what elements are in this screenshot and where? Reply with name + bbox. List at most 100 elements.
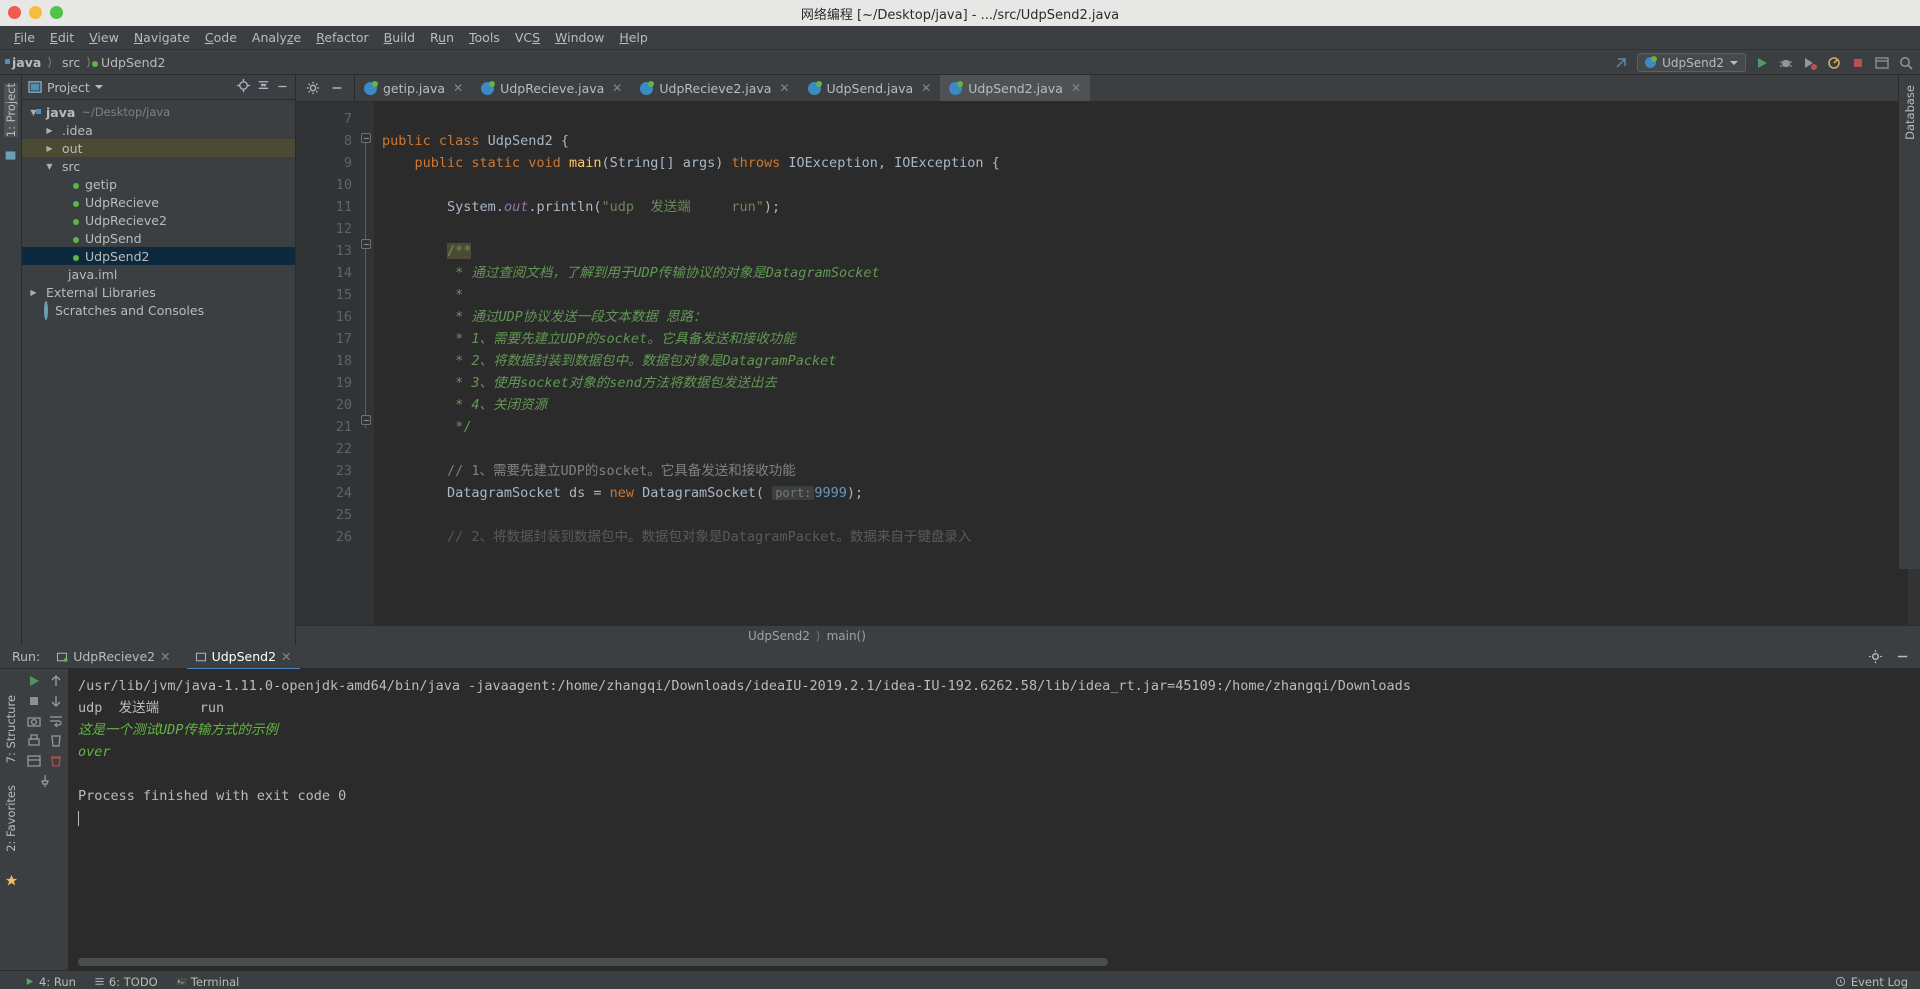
tree-node-external-libraries[interactable]: ▶ External Libraries (22, 283, 295, 301)
tree-node-java-iml[interactable]: java.iml (22, 265, 295, 283)
code-folding-gutter[interactable] (358, 102, 374, 625)
tree-node-java[interactable]: ▼ java ~/Desktop/java (22, 103, 295, 121)
menu-tools[interactable]: Tools (462, 28, 507, 47)
breadcrumb-item-0[interactable]: java (12, 55, 41, 70)
tree-node-udprecieve[interactable]: UdpRecieve (22, 193, 295, 211)
editor-tab-udprecieve[interactable]: UdpRecieve.java ✕ (472, 75, 631, 101)
maximize-window-button[interactable] (50, 6, 63, 19)
toolwindow-terminal[interactable]: Terminal (176, 975, 239, 989)
run-tab-udprecieve2[interactable]: UdpRecieve2 ✕ (48, 647, 178, 666)
menu-code[interactable]: Code (198, 28, 244, 47)
editor-tab-udpsend2[interactable]: UdpSend2.java ✕ (940, 75, 1090, 101)
run-configuration-selector[interactable]: UdpSend2 (1637, 53, 1746, 72)
star-icon[interactable] (5, 872, 18, 891)
close-icon[interactable]: ✕ (921, 81, 931, 95)
fold-marker-javadoc-end[interactable] (361, 415, 371, 425)
editor-tab-udpsend[interactable]: UdpSend.java ✕ (799, 75, 941, 101)
close-icon[interactable]: ✕ (779, 81, 789, 95)
minimize-window-button[interactable] (29, 6, 42, 19)
search-everywhere-icon[interactable] (1613, 55, 1629, 71)
rerun-button[interactable] (26, 673, 42, 689)
menu-view[interactable]: View (82, 28, 126, 47)
run-button[interactable] (1754, 55, 1770, 71)
trash-icon[interactable] (48, 753, 64, 769)
hide-panel-icon[interactable] (276, 78, 289, 97)
stop-button[interactable] (1850, 55, 1866, 71)
expand-arrow-icon[interactable]: ▶ (28, 288, 39, 297)
search-icon[interactable] (1898, 55, 1914, 71)
close-icon[interactable]: ✕ (160, 649, 170, 664)
hide-panel-icon[interactable] (1895, 649, 1910, 664)
rail-item-structure[interactable]: 7: Structure (4, 695, 18, 763)
tree-node-udprecieve2[interactable]: UdpRecieve2 (22, 211, 295, 229)
collapse-all-icon[interactable] (256, 78, 271, 97)
breadcrumb-item-2[interactable]: UdpSend2 (101, 55, 165, 70)
menu-analyze[interactable]: Analyze (245, 28, 308, 47)
chevron-down-icon[interactable] (94, 85, 103, 89)
tree-node-udpsend[interactable]: UdpSend (22, 229, 295, 247)
locate-file-icon[interactable] (236, 78, 251, 97)
clear-all-icon[interactable] (48, 733, 64, 749)
tree-node-scratches[interactable]: Scratches and Consoles (22, 300, 295, 320)
pin-icon[interactable] (37, 773, 53, 789)
console-horizontal-scrollbar[interactable] (78, 958, 1108, 966)
gear-icon[interactable] (306, 81, 320, 95)
expand-arrow-icon[interactable]: ▼ (44, 162, 55, 171)
structure-rail-icon[interactable] (4, 147, 17, 166)
expand-arrow-icon[interactable]: ▶ (44, 144, 55, 153)
menu-vcs[interactable]: VCS (508, 28, 547, 47)
stop-button[interactable] (26, 693, 42, 709)
toolwindow-todo[interactable]: 6: TODO (94, 975, 158, 989)
fold-marker-method[interactable] (361, 133, 371, 143)
code-editor[interactable]: 7 8 9 10 11 12 13 14 15 16 17 18 19 20 2… (296, 102, 1920, 625)
tree-node-src[interactable]: ▼ src (22, 157, 295, 175)
editor-tab-getip[interactable]: getip.java ✕ (355, 75, 472, 101)
breadcrumb-item-1[interactable]: src (62, 55, 80, 70)
rail-item-favorites[interactable]: 2: Favorites (4, 785, 18, 852)
soft-wrap-icon[interactable] (48, 713, 64, 729)
tree-node-getip[interactable]: getip (22, 175, 295, 193)
run-with-coverage-button[interactable] (1802, 55, 1818, 71)
tree-node-udpsend2[interactable]: UdpSend2 (22, 247, 295, 265)
line-number: 14 (335, 265, 352, 281)
camera-icon[interactable] (26, 713, 42, 729)
breadcrumb-class[interactable]: UdpSend2 (748, 629, 810, 643)
rail-item-database[interactable]: Database (1903, 85, 1917, 140)
close-icon[interactable]: ✕ (453, 81, 463, 95)
export-icon[interactable] (26, 753, 42, 769)
expand-arrow-icon[interactable]: ▶ (44, 126, 55, 135)
tree-node-idea[interactable]: ▶ .idea (22, 121, 295, 139)
breadcrumb-method[interactable]: main() (827, 629, 866, 643)
hide-panel-icon[interactable] (330, 81, 344, 95)
debug-button[interactable] (1778, 55, 1794, 71)
menu-navigate[interactable]: Navigate (127, 28, 197, 47)
window-controls[interactable] (8, 6, 63, 19)
close-icon[interactable]: ✕ (1071, 81, 1081, 95)
event-log-button[interactable]: Event Log (1835, 975, 1908, 989)
rail-item-project[interactable]: 1: Project (3, 83, 18, 138)
code-text[interactable]: public class UdpSend2 { public static vo… (374, 102, 1908, 625)
scroll-up-button[interactable] (48, 673, 64, 689)
menu-refactor[interactable]: Refactor (309, 28, 375, 47)
close-window-button[interactable] (8, 6, 21, 19)
profiler-button[interactable] (1826, 55, 1842, 71)
scroll-down-button[interactable] (48, 693, 64, 709)
updates-icon[interactable] (1874, 55, 1890, 71)
gear-icon[interactable] (1868, 649, 1883, 664)
tab-label: getip.java (383, 80, 446, 96)
menu-edit[interactable]: Edit (43, 28, 81, 47)
print-icon[interactable] (26, 733, 42, 749)
menu-window[interactable]: Window (548, 28, 611, 47)
close-icon[interactable]: ✕ (612, 81, 622, 95)
close-icon[interactable]: ✕ (281, 649, 291, 664)
fold-marker-javadoc[interactable] (361, 239, 371, 249)
toolwindow-run[interactable]: 4: Run (24, 975, 76, 989)
menu-help[interactable]: Help (612, 28, 655, 47)
menu-file[interactable]: File (7, 28, 42, 47)
editor-tab-udprecieve2[interactable]: UdpRecieve2.java ✕ (631, 75, 798, 101)
menu-build[interactable]: Build (377, 28, 422, 47)
run-tab-udpsend2[interactable]: UdpSend2 ✕ (186, 647, 300, 670)
menu-run[interactable]: Run (423, 28, 461, 47)
console-output[interactable]: /usr/lib/jvm/java-1.11.0-openjdk-amd64/b… (68, 669, 1920, 970)
tree-node-out[interactable]: ▶ out (22, 139, 295, 157)
